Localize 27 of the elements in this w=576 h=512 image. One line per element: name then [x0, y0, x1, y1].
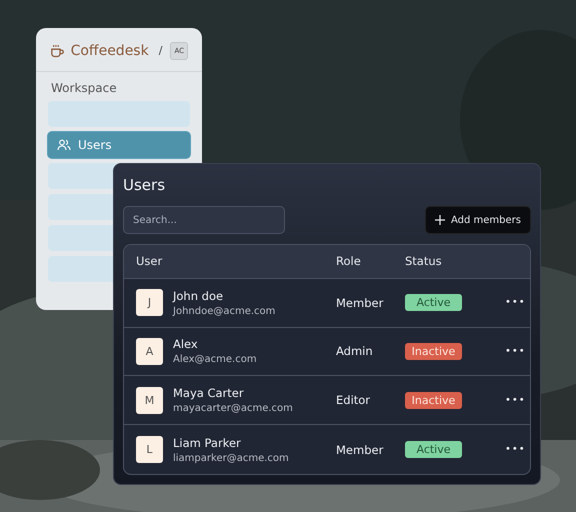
user-name: Liam Parker	[173, 436, 242, 450]
user-email: Johndoe@acme.com	[173, 306, 276, 317]
status-badge: Active	[405, 441, 462, 458]
avatar-initial: L	[136, 436, 163, 464]
avatar-initial: A	[136, 338, 163, 365]
user-email: mayacarter@acme.com	[173, 403, 293, 414]
status-badge: Active	[405, 294, 462, 312]
column-header: User	[136, 254, 164, 268]
user-email: Alex@acme.com	[173, 354, 257, 366]
column-header: Role	[336, 254, 362, 268]
user-role: Member	[336, 296, 384, 310]
status-badge: Inactive	[405, 392, 462, 409]
status-badge: Inactive	[405, 342, 462, 360]
avatar-initial: J	[136, 289, 163, 316]
user-name: Alex	[173, 337, 199, 352]
brand-name: Coffeedesk	[70, 42, 149, 58]
user-name: John doe	[173, 288, 224, 303]
user-role: Admin	[336, 344, 374, 358]
user-role: Member	[336, 442, 384, 457]
user-name: Maya Carter	[173, 386, 245, 400]
section-heading: Workspace	[50, 80, 118, 97]
avatar-initial: M	[136, 386, 163, 414]
column-header: Status	[405, 254, 443, 268]
user-email: liamparker@acme.com	[173, 452, 289, 464]
breadcrumb-separator: /	[158, 44, 162, 57]
user-role: Editor	[336, 393, 372, 408]
panel-title: Users	[123, 176, 166, 194]
